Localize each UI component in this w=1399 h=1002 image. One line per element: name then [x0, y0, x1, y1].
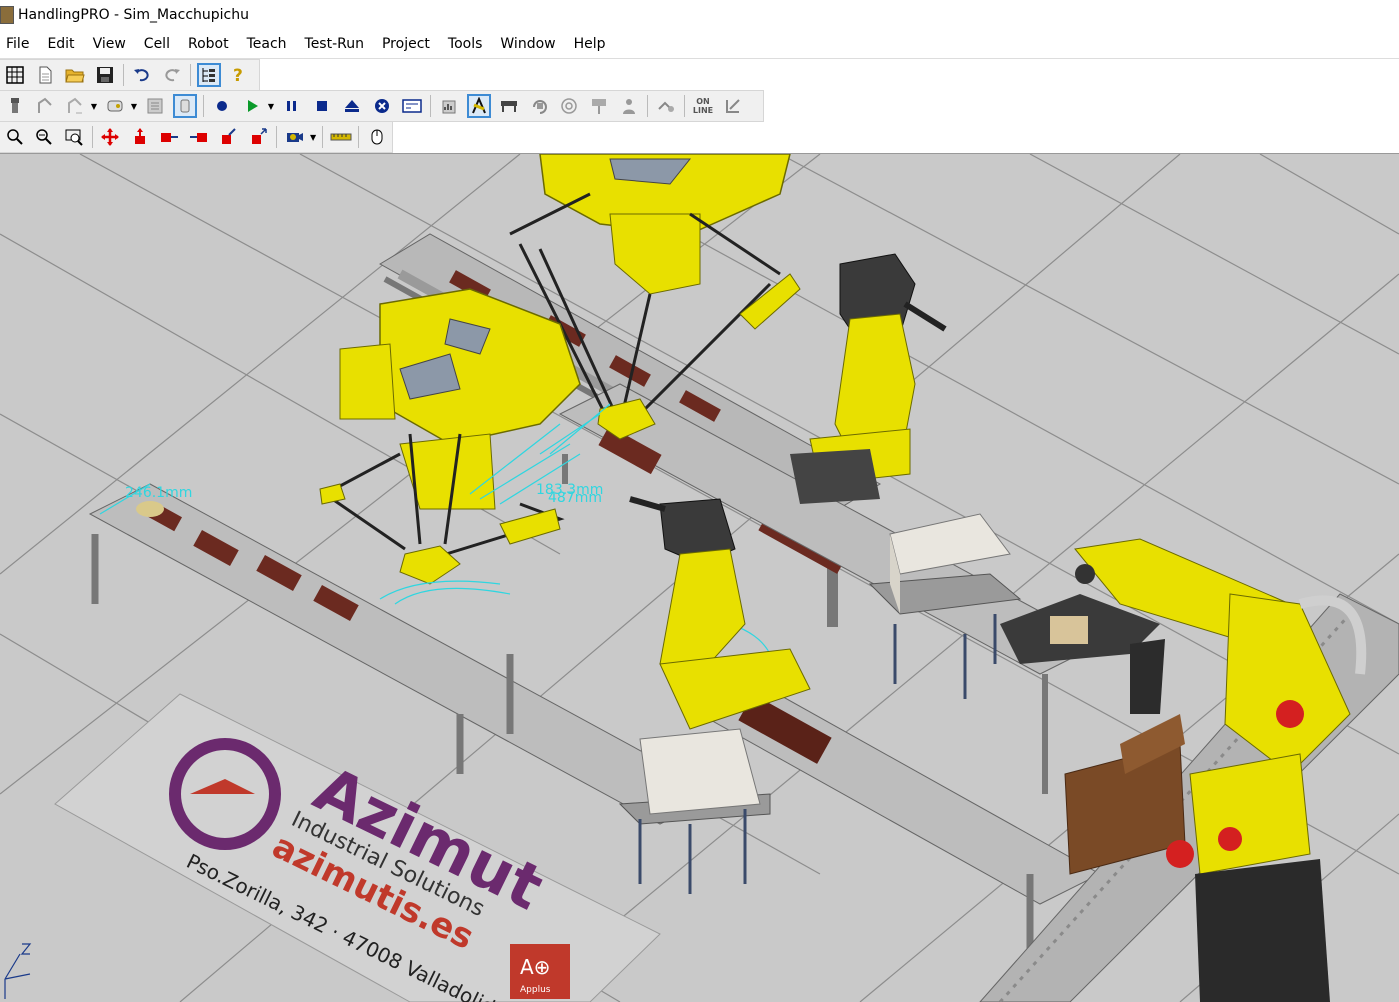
toolbar-standard: ?: [0, 59, 260, 91]
stop-icon[interactable]: [310, 94, 334, 118]
move-all-icon[interactable]: [99, 125, 123, 149]
chevron-down-icon[interactable]: ▼: [309, 125, 317, 149]
online-button[interactable]: ON LINE: [691, 94, 715, 118]
snap-icon[interactable]: [246, 125, 270, 149]
menu-view[interactable]: View: [86, 36, 137, 52]
cell-browser-icon[interactable]: [197, 63, 221, 87]
menu-robot[interactable]: Robot: [181, 36, 240, 52]
articulated-robot-back: [790, 253, 947, 504]
3d-viewport[interactable]: 246.1mm 183.3mm 487mm Azimut Industrial …: [0, 153, 1399, 1002]
rotate-icon[interactable]: [217, 125, 241, 149]
move-y-icon[interactable]: [187, 125, 211, 149]
delta-robot-front: [319, 288, 581, 585]
svg-text:?: ?: [233, 66, 243, 84]
mouse-icon[interactable]: [365, 125, 389, 149]
app-icon: [0, 6, 14, 24]
handling-icon[interactable]: [654, 94, 678, 118]
chevron-down-icon[interactable]: ▼: [90, 94, 98, 118]
toolbar-separator: [647, 95, 648, 117]
window-title: HandlingPRO - Sim_Macchupichu: [18, 7, 249, 23]
measure-label-3: 487mm: [548, 490, 602, 506]
collision-icon[interactable]: [467, 94, 491, 118]
menu-help[interactable]: Help: [567, 36, 617, 52]
record-toggle-icon[interactable]: [173, 94, 197, 118]
profiler-icon[interactable]: [437, 94, 461, 118]
ruler-icon[interactable]: [329, 125, 353, 149]
redo-icon[interactable]: [160, 63, 184, 87]
chevron-down-icon[interactable]: ▼: [267, 94, 275, 118]
title-bar: HandlingPRO - Sim_Macchupichu: [0, 0, 1399, 30]
badge-label: A⊕: [520, 955, 550, 979]
online-label-line1: ON: [696, 97, 710, 106]
camera-icon[interactable]: [283, 125, 307, 149]
toolbar-separator: [91, 126, 93, 148]
undo-icon[interactable]: [130, 63, 154, 87]
pallet-stack-front: [618, 728, 771, 894]
menu-tools[interactable]: Tools: [441, 36, 494, 52]
robot-icon[interactable]: [3, 94, 27, 118]
target-icon[interactable]: [557, 94, 581, 118]
badge-sub-label: Applus: [520, 985, 551, 995]
conveyor-icon[interactable]: [497, 94, 521, 118]
operator-icon[interactable]: [617, 94, 641, 118]
teach-pendant-icon[interactable]: [103, 94, 127, 118]
axis-triad-icon: [4, 943, 32, 999]
menu-file[interactable]: File: [0, 36, 40, 52]
toolbar-separator: [190, 64, 191, 86]
jog-frame-icon[interactable]: [63, 94, 87, 118]
online-label-line2: LINE: [692, 106, 714, 115]
new-document-icon[interactable]: [33, 63, 57, 87]
toolbar-separator: [275, 126, 277, 148]
menu-teach[interactable]: Teach: [240, 36, 298, 52]
restore-view-icon[interactable]: [721, 94, 745, 118]
menu-bar: File Edit View Cell Robot Teach Test-Run…: [0, 30, 1399, 59]
toolbar-run: ▼ ▼ ▼ ON LINE: [0, 90, 764, 122]
sign-icon[interactable]: [587, 94, 611, 118]
play-icon[interactable]: [240, 94, 264, 118]
move-z-icon[interactable]: [128, 125, 152, 149]
eject-icon[interactable]: [340, 94, 364, 118]
zoom-window-icon[interactable]: [62, 125, 86, 149]
pause-icon[interactable]: [280, 94, 304, 118]
save-icon[interactable]: [93, 63, 117, 87]
toolbar-separator: [358, 126, 360, 148]
menu-window[interactable]: Window: [493, 36, 566, 52]
help-icon[interactable]: ?: [227, 63, 251, 87]
jog-icon[interactable]: [33, 94, 57, 118]
toolbar-separator: [684, 95, 685, 117]
toolbar-separator: [430, 95, 431, 117]
workcell-scene: 246.1mm 183.3mm 487mm Azimut Industrial …: [0, 154, 1399, 1002]
menu-edit[interactable]: Edit: [40, 36, 85, 52]
rotate-view-icon[interactable]: [527, 94, 551, 118]
chevron-down-icon[interactable]: ▼: [130, 94, 138, 118]
open-folder-icon[interactable]: [63, 63, 87, 87]
toolbar-separator: [123, 64, 124, 86]
abort-icon[interactable]: [370, 94, 394, 118]
toolbar-separator: [203, 95, 204, 117]
grid-icon[interactable]: [3, 63, 27, 87]
zoom-out-icon[interactable]: [33, 125, 57, 149]
panel-icon[interactable]: [400, 94, 424, 118]
menu-project[interactable]: Project: [375, 36, 441, 52]
record-icon[interactable]: [210, 94, 234, 118]
move-x-icon[interactable]: [158, 125, 182, 149]
toolbar-separator: [321, 126, 323, 148]
toolbar-view: ▼: [0, 121, 393, 153]
measure-label-1: 246.1mm: [125, 485, 192, 501]
menu-cell[interactable]: Cell: [137, 36, 181, 52]
menu-test-run[interactable]: Test-Run: [298, 36, 375, 52]
program-icon[interactable]: [143, 94, 167, 118]
zoom-icon[interactable]: [3, 125, 27, 149]
